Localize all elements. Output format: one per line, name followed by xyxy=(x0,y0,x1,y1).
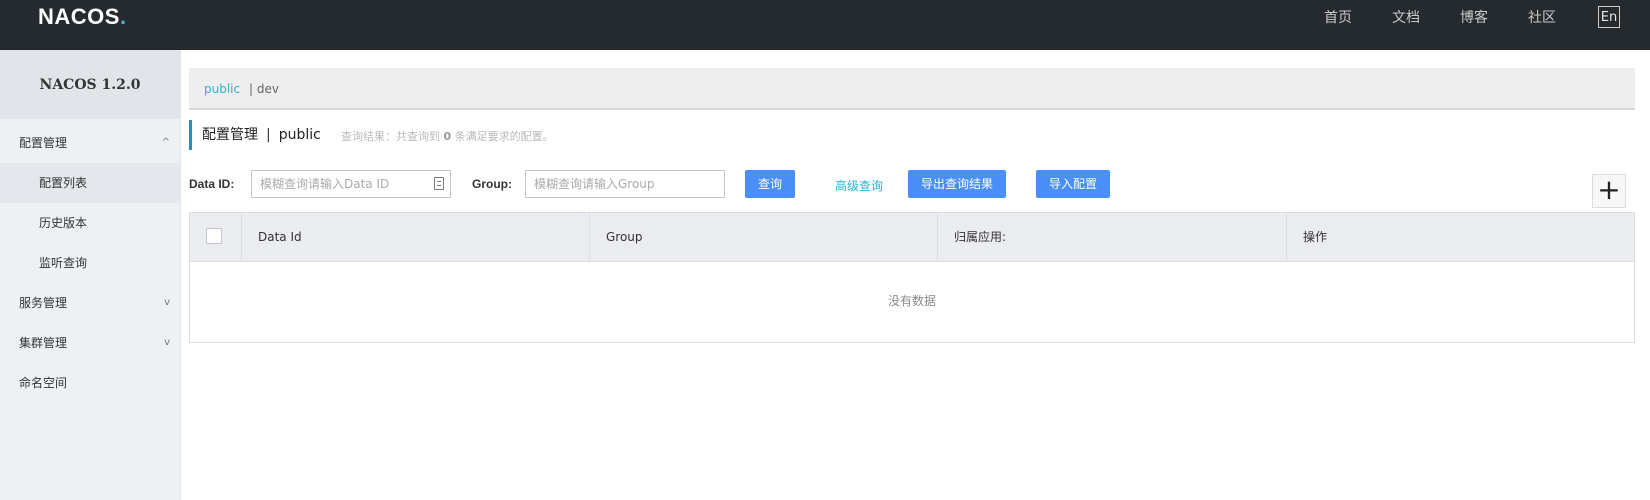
table-header: Data Id Group 归属应用: 操作 xyxy=(190,213,1634,262)
sidebar-item-namespace[interactable]: 命名空间 xyxy=(0,363,180,403)
contact-card-icon[interactable] xyxy=(434,177,444,190)
sidebar-item-cluster-management[interactable]: 集群管理 v xyxy=(0,323,180,363)
nacos-logo[interactable]: NACOS. xyxy=(38,4,127,30)
sidebar: NACOS 1.2.0 配置管理 ^ 配置列表 历史版本 监听查询 服务管理 v… xyxy=(0,50,181,500)
sidebar-item-label: 配置管理 xyxy=(19,136,68,150)
sidebar-item-service-management[interactable]: 服务管理 v xyxy=(0,283,180,323)
nav-home-link[interactable]: 首页 xyxy=(1324,0,1352,36)
summary-count: 0 xyxy=(443,130,452,143)
chevron-up-icon: ^ xyxy=(161,137,170,148)
dataid-label: Data ID: xyxy=(189,177,235,191)
top-nav-bar: NACOS. 首页 文档 博客 社区 En xyxy=(0,0,1650,50)
query-button[interactable]: 查询 xyxy=(745,170,795,198)
export-results-button[interactable]: 导出查询结果 xyxy=(908,170,1006,198)
sidebar-item-config-management[interactable]: 配置管理 ^ xyxy=(0,123,180,163)
column-header-data-id[interactable]: Data Id xyxy=(242,213,590,261)
namespace-public-link[interactable]: public xyxy=(204,82,240,96)
sidebar-item-history-version[interactable]: 历史版本 xyxy=(0,203,180,243)
column-header-actions: 操作 xyxy=(1303,230,1328,244)
sidebar-item-config-list[interactable]: 配置列表 xyxy=(0,163,180,203)
empty-table-message: 没有数据 xyxy=(887,294,936,308)
nav-community-link[interactable]: 社区 xyxy=(1528,0,1556,36)
namespace-dev-link[interactable]: | dev xyxy=(249,82,279,96)
sidebar-item-label: 历史版本 xyxy=(39,216,88,230)
sidebar-version-title: NACOS 1.2.0 xyxy=(0,50,180,119)
config-table: Data Id Group 归属应用: 操作 没有数据 xyxy=(189,212,1635,343)
sidebar-item-label: 命名空间 xyxy=(19,376,68,390)
summary-prefix: 查询结果：共查询到 xyxy=(341,130,440,143)
column-header-app[interactable]: 归属应用: xyxy=(938,213,1287,261)
add-config-button[interactable]: + xyxy=(1592,174,1626,208)
select-all-checkbox[interactable] xyxy=(206,228,222,244)
group-search-input[interactable]: 模糊查询请输入Group xyxy=(525,170,725,198)
select-all-cell xyxy=(190,213,242,261)
summary-suffix: 条满足要求的配置。 xyxy=(454,130,554,143)
dataid-placeholder: 模糊查询请输入Data ID xyxy=(260,177,390,191)
chevron-down-icon: v xyxy=(164,337,170,348)
chevron-down-icon: v xyxy=(164,297,170,308)
dataid-search-input[interactable]: 模糊查询请输入Data ID xyxy=(251,170,451,198)
group-placeholder: 模糊查询请输入Group xyxy=(534,177,655,191)
nav-blog-link[interactable]: 博客 xyxy=(1460,0,1488,36)
page-title: 配置管理 | public xyxy=(189,120,321,150)
title-separator: | xyxy=(266,127,271,143)
namespace-bar: public | dev xyxy=(189,68,1635,110)
language-switch-button[interactable]: En xyxy=(1598,6,1620,28)
query-summary: 查询结果：共查询到 0 条满足要求的配置。 xyxy=(341,128,554,144)
sidebar-item-label: 监听查询 xyxy=(39,256,88,270)
sidebar-item-label: 集群管理 xyxy=(19,336,68,350)
sidebar-item-listener-query[interactable]: 监听查询 xyxy=(0,243,180,283)
group-label: Group: xyxy=(472,177,512,191)
import-config-button[interactable]: 导入配置 xyxy=(1036,170,1110,198)
advanced-query-link[interactable]: 高级查询 xyxy=(835,177,883,194)
page-title-text: 配置管理 xyxy=(202,127,258,143)
page-title-namespace: public xyxy=(278,127,321,143)
sidebar-item-label: 服务管理 xyxy=(19,296,68,310)
nav-docs-link[interactable]: 文档 xyxy=(1392,0,1420,36)
sidebar-item-label: 配置列表 xyxy=(39,176,88,190)
column-header-group[interactable]: Group xyxy=(590,213,938,261)
